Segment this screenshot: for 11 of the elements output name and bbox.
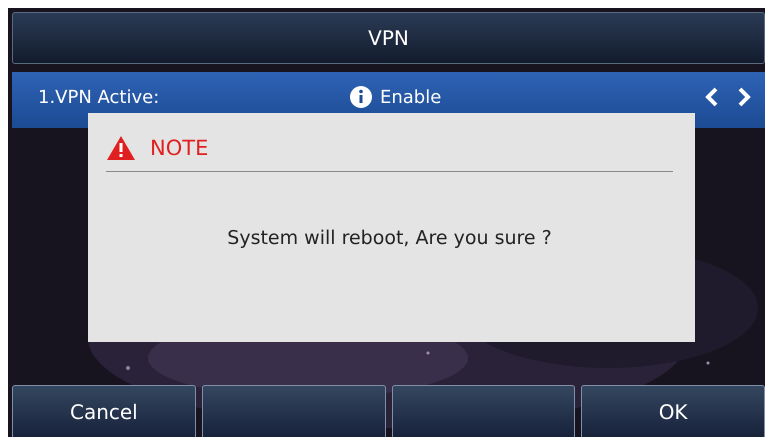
- softkey[interactable]: OK: [581, 385, 765, 437]
- setting-value: Enable: [380, 86, 442, 108]
- screen-title: VPN: [12, 12, 765, 64]
- blank-softkey[interactable]: [392, 385, 576, 437]
- dialog-message: System will reboot, Are you sure ?: [226, 227, 553, 249]
- dialog-title: NOTE: [150, 136, 208, 160]
- softkey[interactable]: Cancel: [12, 385, 196, 437]
- setting-label: 1.VPN Active:: [38, 86, 160, 108]
- blank-softkey[interactable]: [202, 385, 386, 437]
- info-icon: [350, 86, 372, 108]
- warning-icon: [106, 135, 136, 161]
